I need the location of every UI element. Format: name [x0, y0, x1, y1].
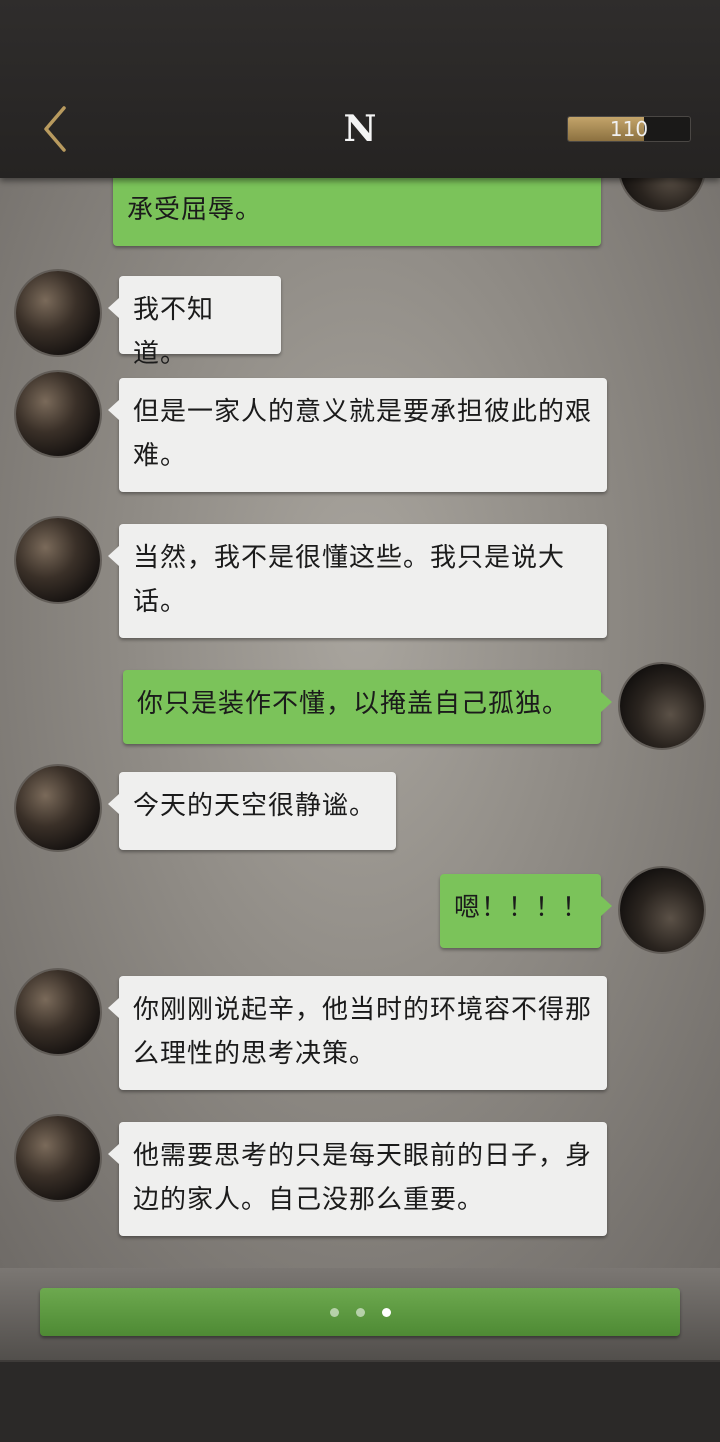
- npc-avatar[interactable]: [16, 1116, 100, 1200]
- npc-avatar[interactable]: [16, 766, 100, 850]
- message-bubble-npc: 他需要思考的只是每天眼前的日子，身边的家人。自己没那么重要。: [108, 1122, 607, 1236]
- player-avatar: [620, 178, 704, 210]
- player-avatar: [620, 868, 704, 952]
- energy-counter: 110: [567, 116, 691, 142]
- message-bubble-npc: 但是一家人的意义就是要承担彼此的艰难。: [108, 378, 607, 492]
- chat-area[interactable]: 承受屈辱。 我不知道。 但是一家人的意义就是要承担彼此的艰难。 当然，我不是很懂…: [0, 178, 720, 1268]
- message-text: 我不知道。: [133, 295, 215, 369]
- typing-dot: [356, 1308, 365, 1317]
- message-bubble-player: 你只是装作不懂，以掩盖自己孤独。: [123, 670, 612, 744]
- message-bubble-player: 承受屈辱。: [113, 178, 601, 246]
- message-bubble-player: 嗯！！！！: [440, 874, 612, 948]
- message-text: 你刚刚说起辛，他当时的环境容不得那么理性的思考决策。: [133, 995, 593, 1069]
- message-text: 你只是装作不懂，以掩盖自己孤独。: [137, 689, 570, 719]
- energy-value: 110: [609, 117, 649, 141]
- top-bar: N 110: [0, 0, 720, 178]
- bottom-panel: [0, 1268, 720, 1442]
- message-text: 嗯！！！！: [454, 893, 590, 923]
- bottom-bar: [0, 1360, 720, 1442]
- player-avatar: [620, 664, 704, 748]
- message-bubble-npc: 当然，我不是很懂这些。我只是说大话。: [108, 524, 607, 638]
- npc-avatar[interactable]: [16, 372, 100, 456]
- message-bubble-npc: 今天的天空很静谧。: [108, 772, 396, 850]
- message-bubble-npc: 我不知道。: [108, 276, 281, 369]
- message-text: 当然，我不是很懂这些。我只是说大话。: [133, 543, 566, 617]
- message-text: 承受屈辱。: [127, 195, 263, 225]
- npc-avatar[interactable]: [16, 970, 100, 1054]
- typing-dot: [382, 1308, 391, 1317]
- message-bubble-npc: 你刚刚说起辛，他当时的环境容不得那么理性的思考决策。: [108, 976, 607, 1090]
- typing-dot: [330, 1308, 339, 1317]
- message-text: 他需要思考的只是每天眼前的日子，身边的家人。自己没那么重要。: [133, 1141, 593, 1215]
- message-text: 今天的天空很静谧。: [133, 791, 377, 821]
- reply-button[interactable]: [40, 1288, 680, 1336]
- npc-avatar[interactable]: [16, 271, 100, 355]
- npc-avatar[interactable]: [16, 518, 100, 602]
- message-text: 但是一家人的意义就是要承担彼此的艰难。: [133, 397, 593, 471]
